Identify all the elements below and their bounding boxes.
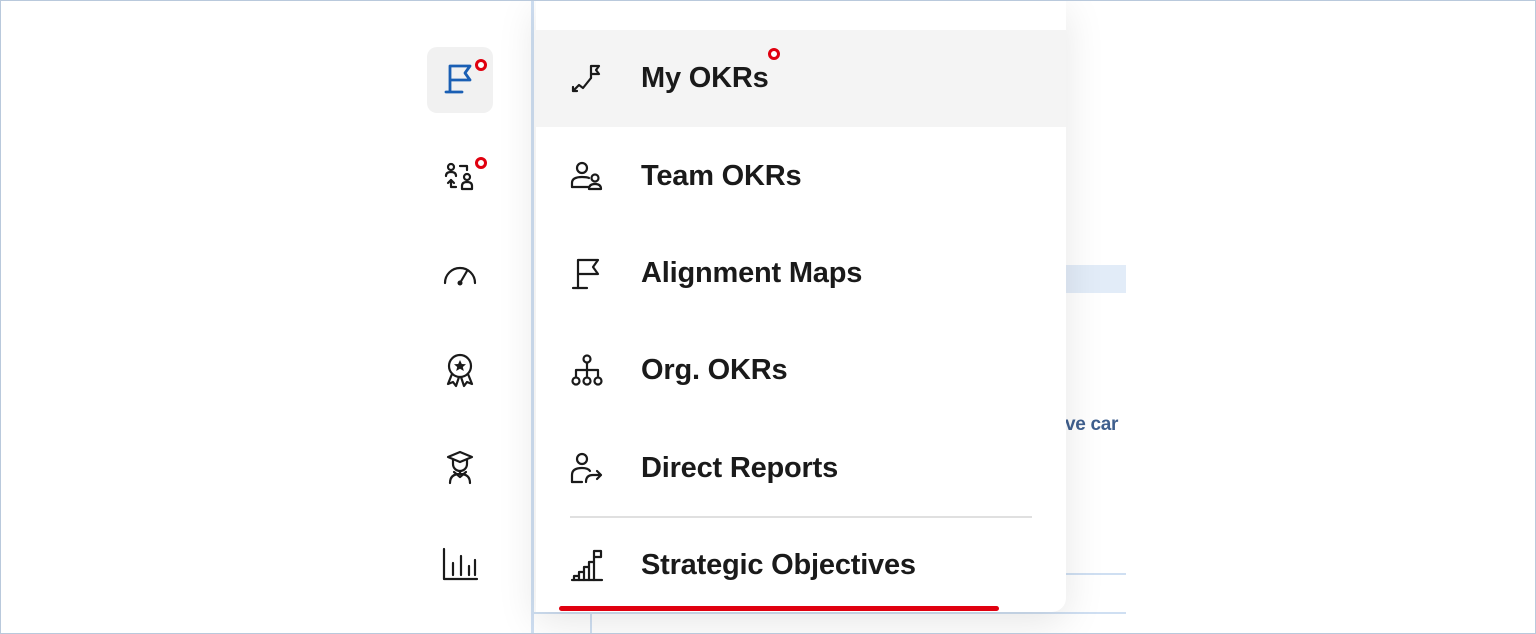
menu-item-label: My OKRs	[641, 62, 769, 94]
menu-item-label: Alignment Maps	[641, 257, 863, 289]
menu-item-alignment-maps[interactable]: Alignment Maps	[536, 225, 1066, 322]
okr-dropdown-menu: My OKRs Team OKRs Alignment Maps Org. OK…	[536, 0, 1066, 612]
people-swap-icon	[440, 156, 480, 201]
menu-item-direct-reports[interactable]: Direct Reports	[536, 420, 1066, 517]
rail-item-team[interactable]	[427, 145, 493, 211]
rail-item-reports[interactable]	[427, 533, 493, 599]
notification-dot	[475, 157, 487, 169]
menu-item-label: Direct Reports	[641, 452, 839, 484]
org-chart-icon	[568, 352, 606, 390]
notification-dot	[475, 59, 487, 71]
menu-item-label: Org. OKRs	[641, 354, 788, 386]
page-border	[531, 0, 534, 634]
menu-item-label: Team OKRs	[641, 160, 802, 192]
rail-item-learning[interactable]	[427, 436, 493, 502]
menu-item-strategic-objectives[interactable]: Strategic Objectives	[536, 517, 1066, 614]
menu-item-team-okrs[interactable]: Team OKRs	[536, 128, 1066, 225]
background-vertical-line	[590, 612, 592, 634]
menu-item-org-okrs[interactable]: Org. OKRs	[536, 322, 1066, 419]
background-text: ive car	[1060, 414, 1119, 435]
gauge-icon	[440, 253, 480, 298]
user-share-icon	[568, 450, 606, 488]
growth-flag-icon	[568, 60, 606, 98]
award-icon	[440, 350, 480, 395]
rail-item-performance[interactable]	[427, 242, 493, 308]
highlight-underline	[559, 606, 999, 611]
menu-item-my-okrs[interactable]: My OKRs	[536, 30, 1066, 127]
flag-icon	[568, 255, 606, 293]
background-band	[1060, 265, 1126, 293]
strategy-icon	[568, 547, 606, 585]
background-divider	[1060, 573, 1126, 575]
flag-icon	[440, 58, 480, 103]
rail-item-recognition[interactable]	[427, 339, 493, 405]
rail-item-okrs[interactable]	[427, 47, 493, 113]
menu-item-label: Strategic Objectives	[641, 549, 916, 581]
team-icon	[568, 158, 606, 196]
notification-dot	[768, 48, 780, 60]
graduate-icon	[440, 447, 480, 492]
bar-chart-icon	[440, 544, 480, 589]
